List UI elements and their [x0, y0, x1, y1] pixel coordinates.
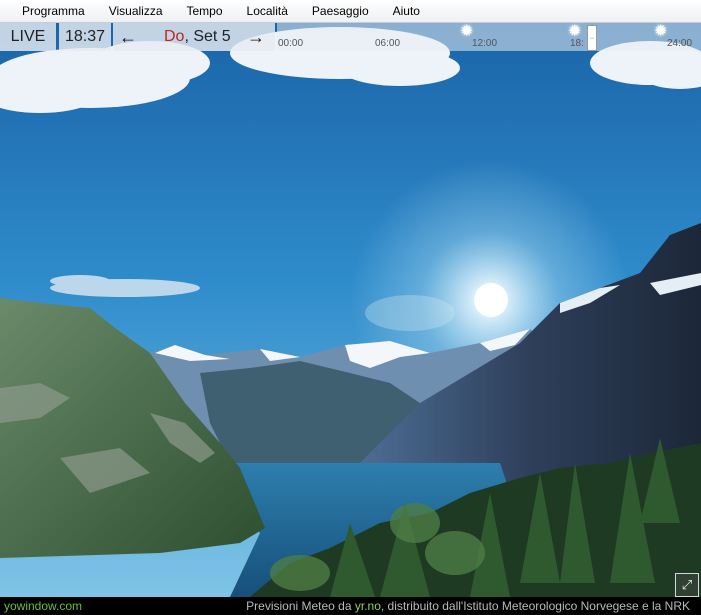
fjord-landscape — [0, 23, 701, 597]
forecast-credit: Previsioni Meteo da yr.no, distribuito d… — [246, 597, 690, 615]
menu-bar: Programma Visualizza Tempo Località Paes… — [0, 0, 701, 23]
current-time: 18:37 — [59, 23, 111, 51]
menu-paesaggio[interactable]: Paesaggio — [300, 0, 381, 22]
timeline-tick: 12:00 — [472, 38, 498, 49]
arrow-left-icon[interactable]: ← — [119, 23, 137, 51]
fullscreen-icon[interactable]: ⤢ — [675, 573, 699, 597]
brand-link[interactable]: yowindow.com — [4, 597, 82, 615]
live-button[interactable]: LIVE — [0, 23, 56, 51]
timeline-bar[interactable]: 00:00 06:00 12:00 18: 24:00 ✹ ✹ ✹ ↔ — [277, 23, 701, 51]
date-label: Do, Set 5 — [164, 23, 231, 51]
arrow-right-icon[interactable]: → — [247, 23, 265, 51]
sun-icon: ✹ — [460, 23, 474, 40]
date-navigator: ← Do, Set 5 → — [113, 23, 275, 51]
menu-aiuto[interactable]: Aiuto — [381, 0, 432, 22]
day-abbr: Do — [164, 28, 185, 45]
sun-icon: ✹ — [568, 23, 582, 40]
menu-tempo[interactable]: Tempo — [175, 0, 235, 22]
timeline-tick: 24:00 — [667, 38, 693, 49]
landscape-scene — [0, 23, 701, 597]
sun-icon: ✹ — [654, 23, 668, 40]
menu-programma[interactable]: Programma — [0, 0, 97, 22]
timeline-tick: 06:00 — [375, 38, 401, 49]
menu-localita[interactable]: Località — [235, 0, 300, 22]
credit-suffix: , distribuito dall'Istituto Meteorologic… — [380, 599, 690, 613]
time-slider-handle[interactable]: ↔ — [587, 25, 597, 51]
timeline-tick: 00:00 — [278, 38, 304, 49]
toolbar: LIVE 18:37 ← Do, Set 5 → 00:00 06:00 12:… — [0, 23, 701, 51]
yrno-link[interactable]: yr.no — [355, 599, 381, 613]
credit-prefix: Previsioni Meteo da — [246, 599, 355, 613]
date-rest: , Set 5 — [184, 28, 231, 45]
status-bar: yowindow.com Previsioni Meteo da yr.no, … — [0, 597, 701, 615]
sun — [474, 283, 508, 317]
menu-visualizza[interactable]: Visualizza — [97, 0, 175, 22]
